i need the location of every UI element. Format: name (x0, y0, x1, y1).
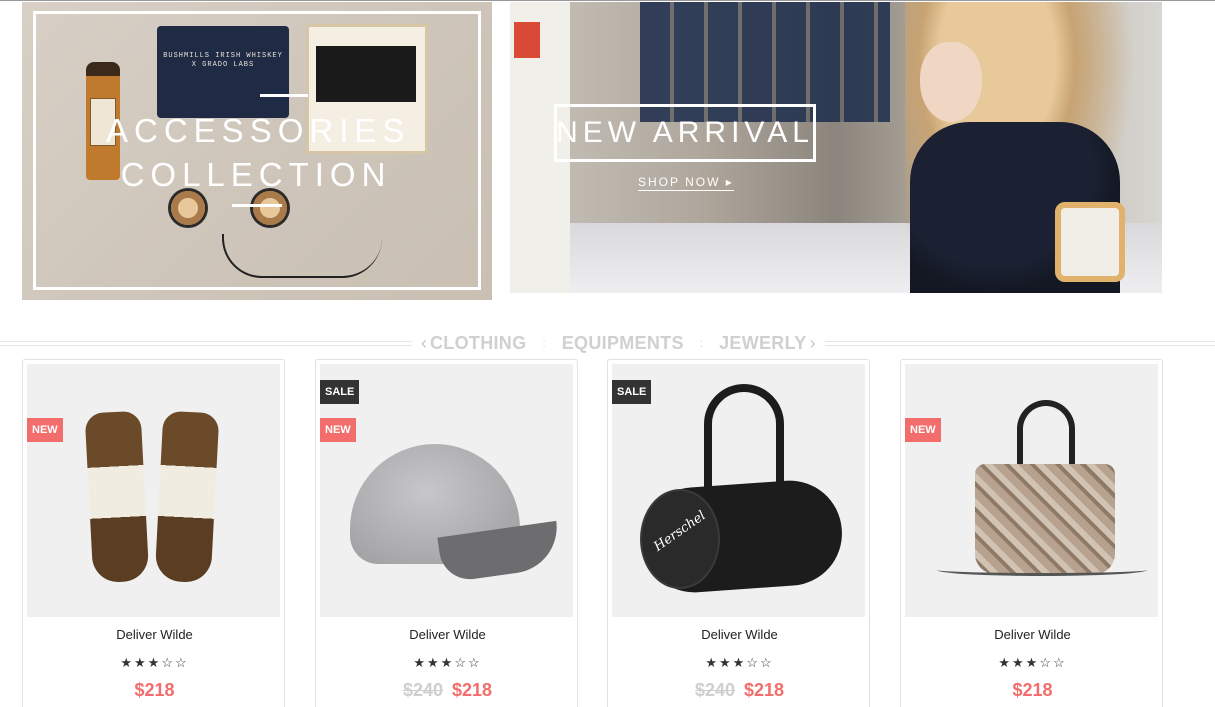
tab-separator: : (542, 336, 546, 350)
sale-price: $218 (452, 680, 493, 700)
product-name[interactable]: Deliver Wilde (901, 627, 1164, 642)
banner-frame (33, 11, 481, 290)
chevron-left-icon[interactable]: ‹ (418, 333, 430, 353)
handbag-strap (937, 564, 1147, 576)
star-rating: ★★★☆☆ (998, 655, 1067, 670)
product-card[interactable]: NEW Deliver Wilde ★★★☆☆ $218 (900, 359, 1163, 707)
product-name[interactable]: Deliver Wilde (23, 627, 286, 642)
sale-price: $218 (744, 680, 785, 700)
top-border (0, 0, 1215, 1)
star-rating: ★★★☆☆ (413, 655, 482, 670)
product-image[interactable] (905, 364, 1158, 617)
product-card[interactable]: Herschel SALE Deliver Wilde ★★★☆☆ $240 $… (607, 359, 870, 707)
product-price: $218 (23, 680, 286, 701)
star-rating: ★★★☆☆ (120, 655, 189, 670)
product-price: $240 $218 (316, 680, 579, 701)
new-badge: NEW (905, 418, 941, 442)
mittens-icon (154, 410, 220, 584)
accessories-title-line1: ACCESSORIES (106, 112, 411, 149)
product-price: $218 (901, 680, 1164, 701)
new-badge: NEW (27, 418, 63, 442)
new-arrival-banner[interactable]: NEW ARRIVAL SHOP NOW ▸ (510, 2, 1162, 293)
old-price: $240 (694, 680, 735, 700)
mittens-icon (84, 410, 150, 584)
product-image[interactable] (27, 364, 280, 617)
new-arrival-title: NEW ARRIVAL (556, 116, 814, 149)
title-rule-top (260, 94, 308, 97)
tab-jewerly[interactable]: JEWERLY (719, 333, 806, 354)
old-price: $240 (402, 680, 443, 700)
title-rule-bottom (232, 204, 282, 207)
model-coat-patch (1055, 202, 1125, 282)
category-tabs: ‹ CLOTHING : EQUIPMENTS : JEWERLY › (412, 332, 825, 354)
product-name[interactable]: Deliver Wilde (316, 627, 579, 642)
shop-now-link[interactable]: SHOP NOW ▸ (638, 175, 734, 191)
accessories-collection-banner[interactable]: BUSHMILLS IRISH WHISKEY X GRADO LABS ACC… (22, 2, 492, 300)
sale-price: $218 (1012, 680, 1053, 700)
product-price: $240 $218 (608, 680, 871, 701)
product-name[interactable]: Deliver Wilde (608, 627, 871, 642)
handbag-icon (975, 464, 1115, 574)
sale-badge: SALE (612, 380, 652, 404)
tab-clothing[interactable]: CLOTHING (430, 333, 526, 354)
tab-separator: : (699, 336, 704, 350)
model-face (920, 42, 982, 122)
new-badge: NEW (320, 418, 356, 442)
product-card[interactable]: SALE NEW Deliver Wilde ★★★☆☆ $240 $218 (315, 359, 578, 707)
sale-badge: SALE (320, 380, 360, 404)
chevron-right-icon[interactable]: › (807, 333, 819, 353)
product-card[interactable]: NEW Deliver Wilde ★★★☆☆ $218 (22, 359, 285, 707)
sale-price: $218 (134, 680, 175, 700)
star-rating: ★★★☆☆ (705, 655, 774, 670)
background-sign-red (514, 22, 540, 58)
tab-equipments[interactable]: EQUIPMENTS (562, 333, 684, 354)
accessories-title-line2: COLLECTION (120, 156, 392, 193)
